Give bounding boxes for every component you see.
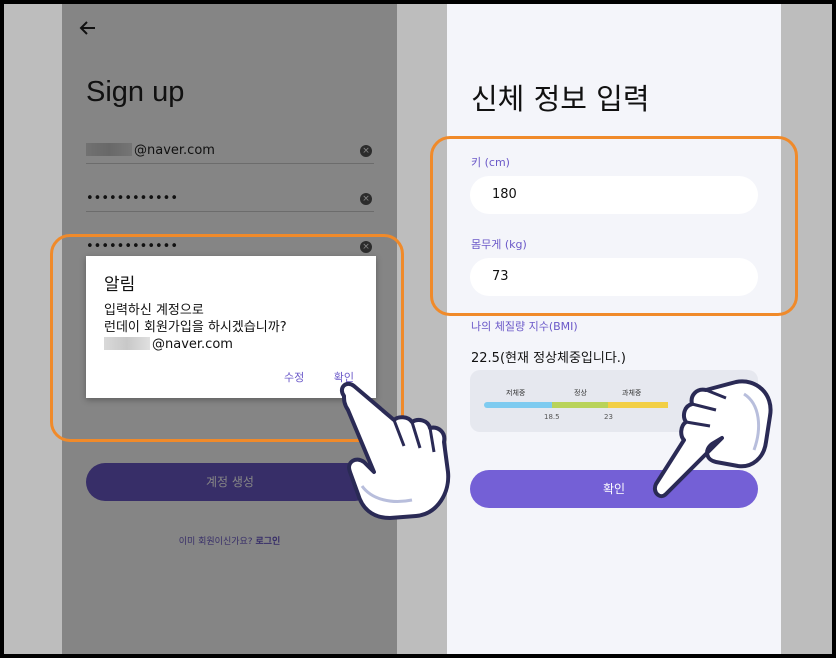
bmi-category-overweight: 과체중 xyxy=(622,389,642,397)
screenshot-frame: Sign up @naver.com × •••••••••••• × ••••… xyxy=(0,0,836,658)
bmi-category-underweight: 저체중 xyxy=(506,389,526,397)
bmi-bar-underweight xyxy=(484,402,552,408)
bmi-value: 22.5(현재 정상체중입니다.) xyxy=(471,351,626,366)
pointing-hand-icon xyxy=(339,381,451,520)
bmi-threshold: 18.5 xyxy=(544,413,560,421)
bmi-category-normal: 정상 xyxy=(574,389,587,397)
bmi-label: 나의 체질량 지수(BMI) xyxy=(471,320,578,333)
body-info-screen: 신체 정보 입력 키 (cm) 180 몸무게 (kg) 73 나의 체질량 지… xyxy=(447,4,781,654)
bmi-threshold: 23 xyxy=(604,413,613,421)
pointing-hand-icon xyxy=(653,379,773,499)
page-title: 신체 정보 입력 xyxy=(471,82,650,116)
highlight-box-inputs xyxy=(430,136,798,316)
bmi-bar-normal xyxy=(552,402,608,408)
